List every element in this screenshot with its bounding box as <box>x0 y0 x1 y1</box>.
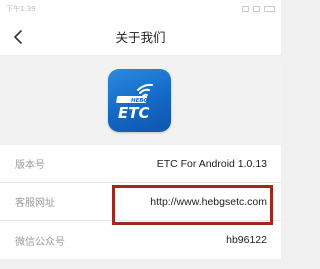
website-link[interactable]: http://www.hebgsetc.com <box>150 196 267 208</box>
status-bar: 下午1:39 <box>0 0 281 18</box>
etc-logo-graphic: HEB03 ETC <box>116 83 153 122</box>
app-logo: HEB03 ETC <box>108 69 171 132</box>
version-label: 版本号 <box>15 160 45 171</box>
back-button[interactable] <box>6 25 30 49</box>
status-time: 下午1:39 <box>6 5 36 13</box>
page-title: 关于我们 <box>115 30 166 45</box>
info-row-version: 版本号 ETC For Android 1.0.13 <box>0 145 281 183</box>
status-icons <box>242 6 275 12</box>
bottom-background <box>0 259 281 269</box>
wechat-value: hb96122 <box>226 234 267 246</box>
signal-icon <box>242 6 249 12</box>
info-row-wechat: 微信公众号 hb96122 <box>0 221 281 259</box>
info-list: 版本号 ETC For Android 1.0.13 客服网址 http://w… <box>0 145 281 259</box>
battery-icon <box>264 6 275 12</box>
version-value: ETC For Android 1.0.13 <box>156 157 267 170</box>
wechat-label: 微信公众号 <box>15 236 65 248</box>
info-row-website[interactable]: 客服网址 http://www.hebgsetc.com <box>0 183 281 221</box>
wifi-icon <box>253 6 260 12</box>
logo-area: HEB03 ETC <box>0 57 281 144</box>
top-bar: 关于我们 <box>0 18 281 56</box>
website-label: 客服网址 <box>15 198 55 209</box>
logo-text: ETC <box>118 104 150 122</box>
chevron-left-icon <box>14 30 22 44</box>
